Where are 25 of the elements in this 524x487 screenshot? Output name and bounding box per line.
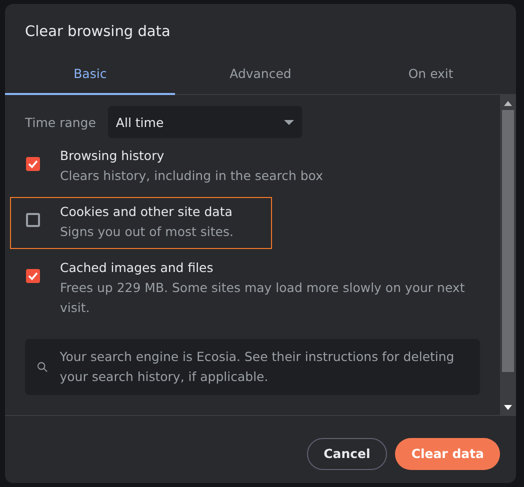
option-title: Cached images and files: [60, 260, 214, 275]
scroll-down-icon[interactable]: [504, 405, 512, 410]
option-title: Cookies and other site data: [60, 204, 234, 219]
scroll-up-icon[interactable]: [504, 101, 512, 106]
search-icon: [37, 359, 48, 375]
option-title: Browsing history: [60, 148, 166, 163]
checkbox[interactable]: [26, 269, 40, 283]
option-description: Frees up 229 MB. Some sites may load more slowly on your next visit.: [60, 279, 466, 317]
checkbox[interactable]: [26, 157, 40, 171]
option-row[interactable]: Browsing history Clears history, including in the search box: [10, 141, 495, 193]
time-range-dropdown[interactable]: All time: [108, 106, 302, 138]
cancel-button[interactable]: Cancel: [306, 438, 388, 470]
checkbox[interactable]: [26, 213, 40, 227]
dialog-title: Clear browsing data: [24, 23, 172, 42]
tab[interactable]: Advanced: [175, 52, 346, 95]
time-range-label: Time range: [25, 114, 96, 130]
scrollbar[interactable]: [500, 95, 516, 415]
tab[interactable]: On exit: [346, 52, 516, 95]
caret-icon: [284, 120, 294, 124]
option-description: Signs you out of most sites.: [60, 223, 234, 241]
option-row[interactable]: Cached images and files Frees up 229 MB. Some sites may load more slowly on your next visit.: [10, 253, 495, 325]
option-row[interactable]: Cookies and other site data Signs you out of most sites.: [10, 197, 272, 249]
notice-text: Your search engine is Ecosia. See their instructions for deleting your search history, if applicable.: [60, 348, 456, 386]
tab[interactable]: Basic: [5, 52, 176, 95]
option-description: Clears history, including in the search box: [60, 167, 323, 185]
